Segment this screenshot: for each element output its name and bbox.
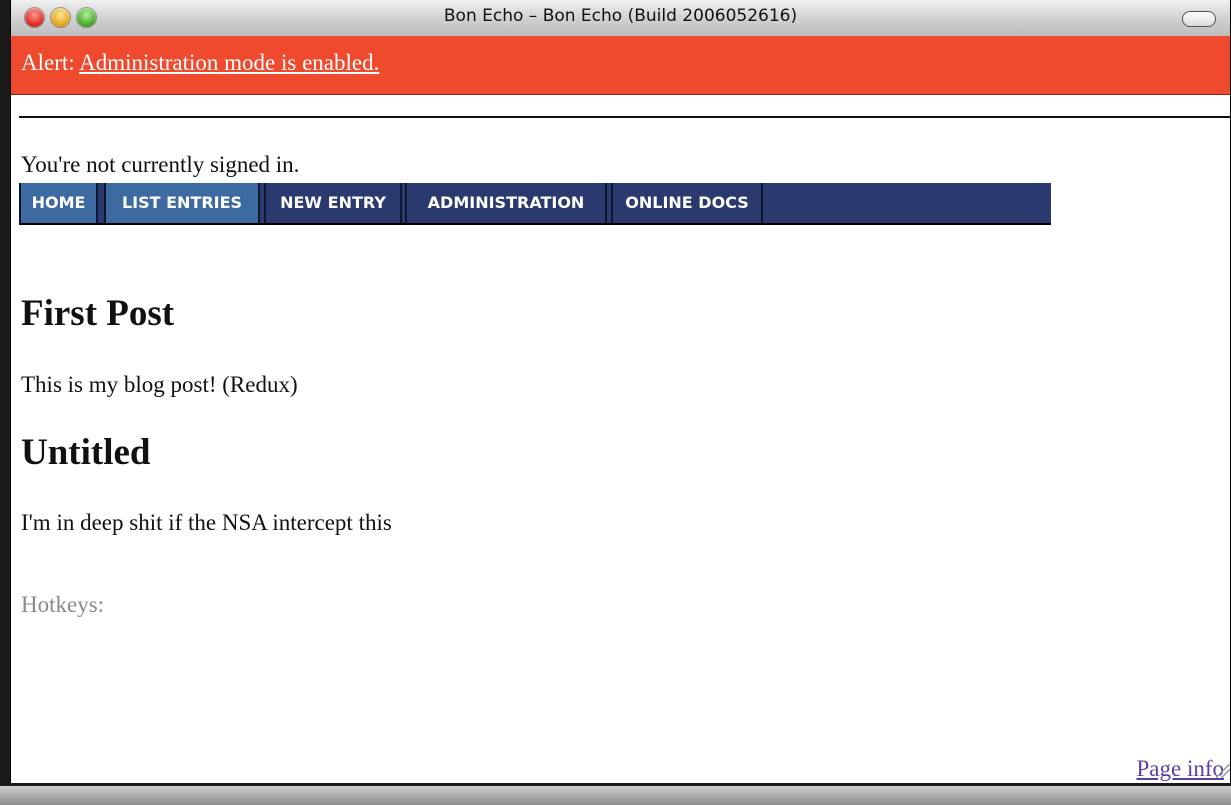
post-body: This is my blog post! (Redux) <box>21 372 298 397</box>
post-title: First Post <box>21 293 175 334</box>
resize-grip-icon[interactable] <box>1216 764 1230 778</box>
window-title: Bon Echo – Bon Echo (Build 2006052616) <box>443 6 798 26</box>
tab-new-entry[interactable]: NEW ENTRY <box>264 183 402 223</box>
tab-online-docs[interactable]: ONLINE DOCS <box>611 183 763 223</box>
signin-status: You're not currently signed in. <box>21 152 300 177</box>
title-bar[interactable]: Bon Echo – Bon Echo (Build 2006052616) <box>11 0 1230 37</box>
window-bottom-edge <box>0 786 1231 805</box>
post-body: I'm in deep shit if the NSA intercept th… <box>21 510 392 535</box>
main-nav: HOME LIST ENTRIES NEW ENTRY ADMINISTRATI… <box>19 183 1051 225</box>
hotkeys-label: Hotkeys: <box>21 592 105 617</box>
tab-home[interactable]: HOME <box>19 183 98 223</box>
page-info-link[interactable]: Page info <box>1136 756 1224 782</box>
tab-list-entries[interactable]: LIST ENTRIES <box>104 183 260 223</box>
tab-administration[interactable]: ADMINISTRATION <box>405 183 607 223</box>
admin-mode-link[interactable]: Administration mode is enabled. <box>79 50 379 75</box>
horizontal-rule <box>19 116 1230 118</box>
browser-window: Bon Echo – Bon Echo (Build 2006052616) A… <box>10 0 1231 783</box>
alert-prefix: Alert: <box>21 50 75 75</box>
post-title: Untitled <box>21 432 151 473</box>
toolbar-toggle-button[interactable] <box>1182 11 1216 27</box>
alert-banner: Alert: Administration mode is enabled. <box>11 36 1230 95</box>
alert-message: Alert: Administration mode is enabled. <box>21 50 379 76</box>
